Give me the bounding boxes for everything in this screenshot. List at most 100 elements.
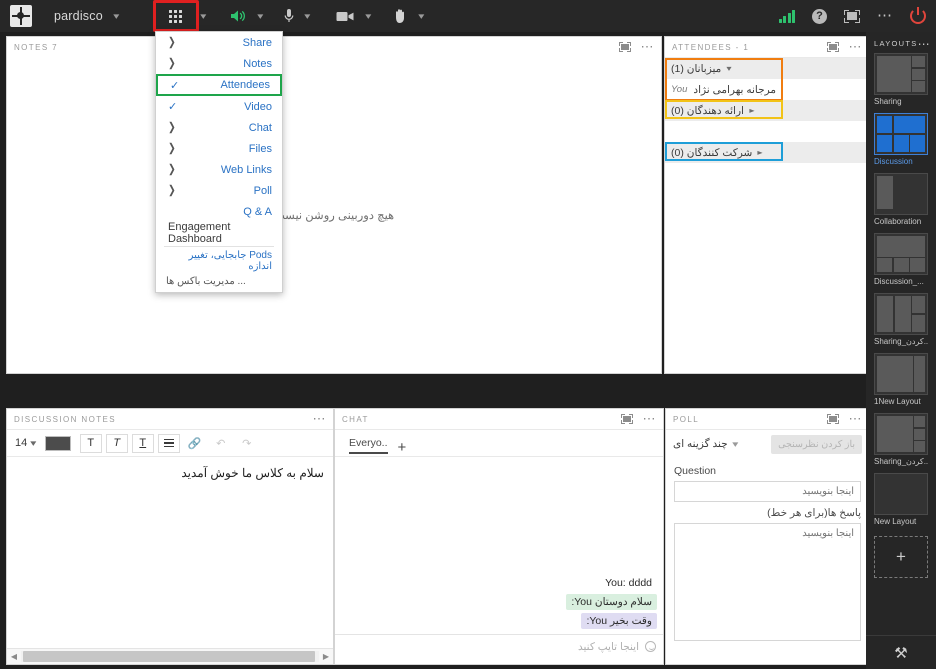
discussion-scroll-left-arrow-icon[interactable]: ◀ [7, 652, 21, 661]
microphone-icon[interactable] [284, 0, 294, 32]
tools-icon[interactable]: ⚒ [894, 644, 907, 662]
menu-item-files[interactable]: ❯ Files [156, 138, 282, 159]
discussion-italic-button[interactable]: T [105, 433, 128, 453]
poll-open-button[interactable]: باز کردن نظرسنجی [771, 434, 862, 454]
layout-item-discussion[interactable]: Discussion [874, 113, 928, 166]
attendee-group-hosts[interactable]: ▾ میزبانان (1) [665, 58, 869, 101]
menu-item-poll[interactable]: ❯ Poll [156, 180, 282, 201]
discussion-notes-more-options-icon[interactable]: ⋯ [313, 412, 327, 425]
speaker-chevron-down-icon[interactable]: ▾ [257, 11, 263, 21]
poll-toolbar: ▾ چند گزینه ای باز کردن نظرسنجی [666, 430, 869, 458]
attendees-more-options-icon[interactable]: ⋯ [849, 40, 863, 53]
attendees-fullscreen-icon[interactable] [826, 42, 839, 52]
discussion-notes-body[interactable]: سلام به کلاس ما خوش آمدید [7, 457, 333, 642]
chat-fullscreen-icon[interactable] [620, 414, 633, 424]
chat-message-list[interactable]: You: dddd سلام دوستان You: وقت بخیر You: [335, 457, 663, 634]
fullscreen-icon[interactable] [844, 0, 860, 32]
menu-item-qa[interactable]: Q & A [156, 201, 282, 222]
camera-chevron-down-icon[interactable]: ▾ [365, 11, 371, 21]
discussion-text-color-swatch[interactable] [44, 435, 71, 451]
discussion-underline-button[interactable]: T [131, 433, 154, 453]
layouts-list: Sharing Discussion Collaboration Discuss… [866, 53, 936, 578]
chevron-right-icon: ❯ [168, 183, 176, 197]
presenters-group-label: ارائه دهندگان (0) [671, 104, 744, 117]
attendee-group-presenters[interactable]: ▸ ارائه دهندگان (0) [665, 100, 869, 121]
emoji-icon[interactable] [645, 641, 656, 652]
poll-more-options-icon[interactable]: ⋯ [849, 412, 863, 425]
layout-item-sharing-2[interactable]: Sharing_کردن... [874, 293, 928, 346]
chat-add-tab-button[interactable]: + [398, 440, 407, 455]
discussion-list-button[interactable] [157, 433, 180, 453]
menu-item-attendees[interactable]: ✓ Attendees [156, 74, 282, 96]
attendee-you-label: You [671, 84, 688, 95]
poll-question-input[interactable] [674, 481, 861, 502]
attendees-panel-title: ATTENDEES - 1 [672, 42, 750, 52]
poll-answers-textarea[interactable] [674, 523, 861, 641]
notes-more-options-icon[interactable]: ⋯ [641, 40, 655, 53]
menu-item-manage-pods[interactable]: ... مدیریت باکس ها [156, 271, 282, 292]
grid-apps-icon[interactable] [153, 0, 200, 32]
layouts-title: LAYOUTS [874, 39, 918, 48]
layouts-more-options-icon[interactable]: ⋯ [918, 38, 931, 50]
layout-item-discussion-2[interactable]: Discussion_... [874, 233, 928, 286]
layout-item-new-layout[interactable]: New Layout [874, 473, 928, 526]
chevron-right-icon: ❯ [168, 162, 176, 176]
attendee-name: مرجانه بهرامی نژاد [693, 83, 777, 96]
discussion-link-icon[interactable]: 🔗 [183, 433, 206, 453]
toolbar-right-group: ? ⋯ [762, 0, 936, 32]
end-session-icon[interactable] [910, 0, 926, 32]
discussion-scroll-track[interactable] [21, 651, 319, 662]
chat-message: You: dddd [605, 577, 652, 589]
more-options-icon[interactable]: ⋯ [877, 0, 893, 32]
attendee-group-participants[interactable]: ▸ شرکت کنندگان (0) [665, 142, 869, 163]
menu-item-share[interactable]: ❯ Share [156, 32, 282, 53]
help-icon[interactable]: ? [812, 0, 827, 32]
discussion-font-size-select[interactable]: 14 ▾ [15, 437, 37, 449]
menu-item-chat[interactable]: ❯ Chat [156, 117, 282, 138]
layout-label: Collaboration [874, 217, 922, 226]
menu-item-move-resize-pods[interactable]: Pods جابجایی، تغییر اندازه [156, 250, 282, 272]
chat-more-options-icon[interactable]: ⋯ [643, 412, 657, 425]
layouts-footer: ⚒ [866, 635, 936, 669]
grid-chevron-down-icon[interactable]: ▾ [201, 11, 207, 21]
top-toolbar: pardisco ▾ ▾ ▾ ▾ ▾ ▾ ? ⋯ [0, 0, 936, 32]
layout-item-1new-layout[interactable]: 1New Layout [874, 353, 928, 406]
app-logo-icon[interactable] [10, 5, 32, 27]
layout-item-sharing-3[interactable]: Sharing_کردن... [874, 413, 928, 466]
discussion-scroll-right-arrow-icon[interactable]: ▶ [319, 652, 333, 661]
add-layout-button[interactable]: + [874, 536, 928, 578]
menu-item-web-links[interactable]: ❯ Web Links [156, 159, 282, 180]
discussion-undo-icon[interactable]: ↶ [209, 433, 232, 453]
layout-item-collaboration[interactable]: Collaboration [874, 173, 928, 226]
app-title-chevron-down-icon[interactable]: ▾ [113, 11, 119, 21]
poll-body: Question پاسخ ها(برای هر خط) [666, 458, 869, 648]
menu-item-notes[interactable]: ❯ Notes [156, 53, 282, 74]
hosts-group-label: میزبانان (1) [671, 62, 722, 75]
chat-input-row[interactable]: اینجا تایپ کنید [335, 634, 663, 658]
video-pod: هیچ دوربینی روشن نیست [7, 57, 661, 373]
hand-chevron-down-icon[interactable]: ▾ [418, 11, 424, 21]
hosts-chevron-down-icon: ▾ [726, 64, 732, 73]
discussion-bold-button[interactable]: T [79, 433, 102, 453]
discussion-redo-icon[interactable]: ↷ [235, 433, 258, 453]
speaker-icon[interactable] [230, 0, 247, 32]
poll-fullscreen-icon[interactable] [826, 414, 839, 424]
notes-fullscreen-icon[interactable] [618, 42, 631, 52]
discussion-horizontal-scrollbar[interactable]: ◀ ▶ [7, 648, 333, 664]
menu-item-video[interactable]: ✓ Video [156, 96, 282, 117]
attendees-panel: ATTENDEES - 1 ⋯ ▾ میزبانان (1) مرجانه به… [664, 36, 870, 374]
layout-item-sharing[interactable]: Sharing [874, 53, 928, 106]
network-signal-icon[interactable] [778, 0, 795, 32]
discussion-scroll-thumb[interactable] [23, 651, 315, 662]
microphone-chevron-down-icon[interactable]: ▾ [305, 11, 311, 21]
poll-type-select[interactable]: ▾ چند گزینه ای [673, 438, 738, 450]
menu-item-label: Attendees [220, 79, 270, 91]
chat-tab-everyone[interactable]: Everyo.. [349, 437, 388, 454]
raise-hand-icon[interactable] [393, 0, 408, 32]
menu-item-engagement-dashboard[interactable]: Engagement Dashboard [156, 221, 282, 245]
chat-input-placeholder[interactable]: اینجا تایپ کنید [578, 641, 639, 653]
menu-item-label: Q & A [243, 205, 272, 218]
check-icon: ✓ [170, 79, 180, 92]
camera-icon[interactable] [336, 0, 355, 32]
attendee-row-host[interactable]: مرجانه بهرامی نژاد You [665, 79, 869, 100]
